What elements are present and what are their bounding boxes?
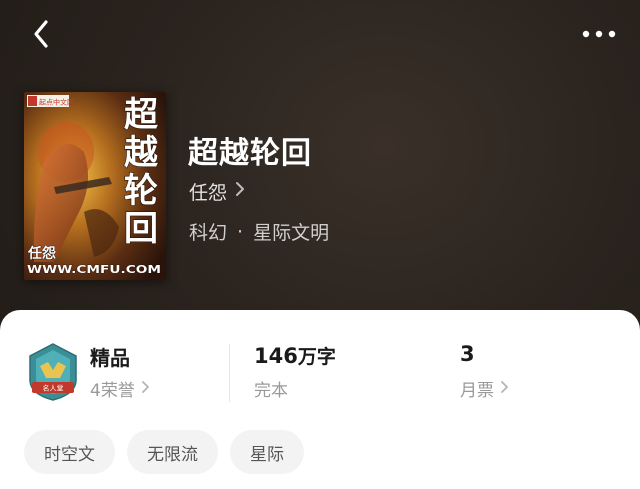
chevron-left-icon	[34, 20, 48, 48]
cover-title-char-3: 轮	[124, 171, 158, 211]
chevron-right-icon	[141, 379, 150, 399]
category-label[interactable]: 科幻	[189, 218, 227, 245]
monthly-ticket-count: 3	[460, 342, 475, 366]
cover-title-char-1: 超	[124, 95, 159, 135]
author-link[interactable]: 任怨	[189, 178, 245, 204]
genre-row: 科幻 · 星际文明	[189, 218, 329, 245]
monthly-ticket-label: 月票	[460, 381, 494, 401]
subcategory-label[interactable]: 星际文明	[253, 218, 329, 245]
book-info-card: 名人堂 精品 4荣誉 146万字 完本 3 月票 时空文 无限流 星际	[0, 310, 640, 489]
genre-separator: ·	[237, 220, 244, 243]
quality-stat[interactable]: 名人堂 精品 4荣誉	[26, 340, 216, 404]
stat-divider	[229, 344, 230, 402]
chevron-right-icon	[235, 180, 245, 202]
word-count-value: 146	[254, 344, 298, 368]
more-button[interactable]	[580, 22, 618, 46]
word-count-stat: 146万字 完本	[254, 340, 424, 404]
badge-ribbon-text: 名人堂	[43, 384, 64, 393]
monthly-ticket-link[interactable]: 月票	[460, 376, 509, 401]
shield-badge-icon: 名人堂	[29, 343, 77, 401]
word-count: 146万字	[254, 342, 336, 369]
completion-status: 完本	[254, 381, 288, 401]
monthly-ticket-stat[interactable]: 3 月票	[460, 340, 610, 404]
author-name: 任怨	[189, 181, 228, 204]
tag-chip[interactable]: 时空文	[24, 430, 115, 474]
top-bar	[0, 0, 640, 70]
word-count-unit: 万字	[297, 346, 336, 368]
cover-title-char-4: 回	[124, 209, 158, 249]
cover-author: 任怨	[27, 245, 56, 262]
cover-site-url: WWW.CMFU.COM	[27, 263, 161, 276]
quality-label: 精品	[90, 346, 130, 370]
book-title: 超越轮回	[188, 136, 312, 171]
honor-count: 4荣誉	[90, 381, 135, 401]
cover-title-char-2: 越	[124, 133, 159, 173]
honor-link[interactable]: 4荣誉	[90, 376, 150, 401]
tag-chip[interactable]: 无限流	[127, 430, 218, 474]
tag-list: 时空文 无限流 星际	[24, 430, 304, 474]
book-cover[interactable]: 起点中文网 超 越 轮 回 任怨 WWW.CMFU.COM	[24, 92, 166, 280]
cover-site-logo: 起点中文网	[39, 98, 74, 107]
more-dots-icon	[582, 30, 616, 38]
chevron-right-icon	[500, 379, 509, 399]
book-cover-art: 起点中文网 超 越 轮 回 任怨 WWW.CMFU.COM	[24, 92, 166, 280]
back-button[interactable]	[26, 16, 58, 52]
tag-chip[interactable]: 星际	[230, 430, 304, 474]
